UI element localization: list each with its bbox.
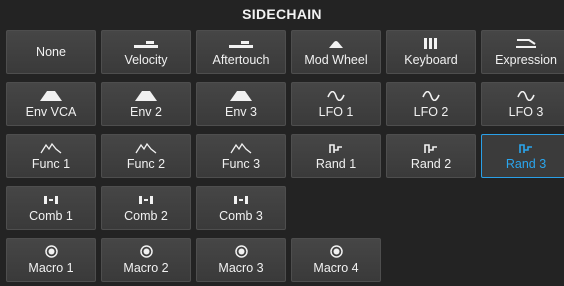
source-button-keyboard[interactable]: Keyboard	[386, 30, 476, 74]
source-button-comb-3[interactable]: Comb 3	[196, 186, 286, 230]
source-button-expression[interactable]: Expression	[481, 30, 564, 74]
macro-knob-icon	[226, 245, 256, 259]
source-button-func-3[interactable]: Func 3	[196, 134, 286, 178]
function-curve-icon	[131, 141, 161, 155]
source-button-macro-4[interactable]: Macro 4	[291, 238, 381, 282]
source-button-macro-2[interactable]: Macro 2	[101, 238, 191, 282]
source-button-mod-wheel[interactable]: Mod Wheel	[291, 30, 381, 74]
source-label: Aftertouch	[212, 52, 270, 67]
function-curve-icon	[36, 141, 66, 155]
source-label: LFO 1	[318, 104, 354, 119]
source-label: Func 2	[126, 156, 166, 171]
source-label: Comb 3	[219, 208, 263, 223]
source-button-func-1[interactable]: Func 1	[6, 134, 96, 178]
source-button-aftertouch[interactable]: Aftertouch	[196, 30, 286, 74]
source-label: Rand 2	[410, 156, 452, 171]
source-button-velocity[interactable]: Velocity	[101, 30, 191, 74]
macro-knob-icon	[36, 245, 66, 259]
source-button-macro-1[interactable]: Macro 1	[6, 238, 96, 282]
envelope-icon	[36, 89, 66, 103]
source-button-env-2[interactable]: Env 2	[101, 82, 191, 126]
source-button-lfo-1[interactable]: LFO 1	[291, 82, 381, 126]
source-label: Comb 2	[124, 208, 168, 223]
source-button-rand-1[interactable]: Rand 1	[291, 134, 381, 178]
macro-knob-icon	[131, 245, 161, 259]
source-label: Env VCA	[25, 104, 77, 119]
source-button-rand-2[interactable]: Rand 2	[386, 134, 476, 178]
random-steps-icon	[416, 141, 446, 155]
macro-knob-icon	[321, 245, 351, 259]
random-steps-icon	[511, 141, 541, 155]
combinate-icon	[226, 193, 256, 207]
source-button-env-3[interactable]: Env 3	[196, 82, 286, 126]
source-button-env-vca[interactable]: Env VCA	[6, 82, 96, 126]
source-label: Func 3	[221, 156, 261, 171]
source-label: Env 2	[130, 104, 162, 119]
aftertouch-icon	[226, 37, 256, 51]
source-label: Rand 1	[315, 156, 357, 171]
envelope-icon	[226, 89, 256, 103]
source-label: LFO 2	[413, 104, 449, 119]
source-button-func-2[interactable]: Func 2	[101, 134, 191, 178]
source-label: Keyboard	[404, 52, 458, 67]
source-label: Velocity	[124, 52, 168, 67]
sidechain-source-grid: None Velocity Aftertouch Mod Wheel Keybo…	[6, 30, 564, 282]
source-label: Macro 1	[28, 260, 74, 275]
envelope-icon	[131, 89, 161, 103]
function-curve-icon	[226, 141, 256, 155]
panel-title: SIDECHAIN	[242, 6, 322, 22]
source-label: Rand 3	[505, 156, 547, 171]
source-button-macro-3[interactable]: Macro 3	[196, 238, 286, 282]
source-button-rand-3[interactable]: Rand 3	[481, 134, 564, 178]
expression-pedal-icon	[511, 37, 541, 51]
sine-wave-icon	[511, 89, 541, 103]
source-label: Mod Wheel	[304, 52, 368, 67]
source-label: Comb 1	[29, 208, 73, 223]
source-label: Func 1	[31, 156, 71, 171]
sine-wave-icon	[416, 89, 446, 103]
source-label: Macro 3	[218, 260, 264, 275]
combinate-icon	[36, 193, 66, 207]
velocity-icon	[131, 37, 161, 51]
combinate-icon	[131, 193, 161, 207]
mod-wheel-icon	[321, 37, 351, 51]
source-label: Macro 2	[123, 260, 169, 275]
source-label: Macro 4	[313, 260, 359, 275]
source-button-comb-1[interactable]: Comb 1	[6, 186, 96, 230]
source-label: Expression	[495, 52, 557, 67]
source-label: None	[36, 44, 66, 59]
source-button-lfo-3[interactable]: LFO 3	[481, 82, 564, 126]
source-button-comb-2[interactable]: Comb 2	[101, 186, 191, 230]
keyboard-icon	[416, 37, 446, 51]
sine-wave-icon	[321, 89, 351, 103]
source-label: Env 3	[225, 104, 257, 119]
source-button-lfo-2[interactable]: LFO 2	[386, 82, 476, 126]
source-label: LFO 3	[508, 104, 544, 119]
random-steps-icon	[321, 141, 351, 155]
source-button-none[interactable]: None	[6, 30, 96, 74]
